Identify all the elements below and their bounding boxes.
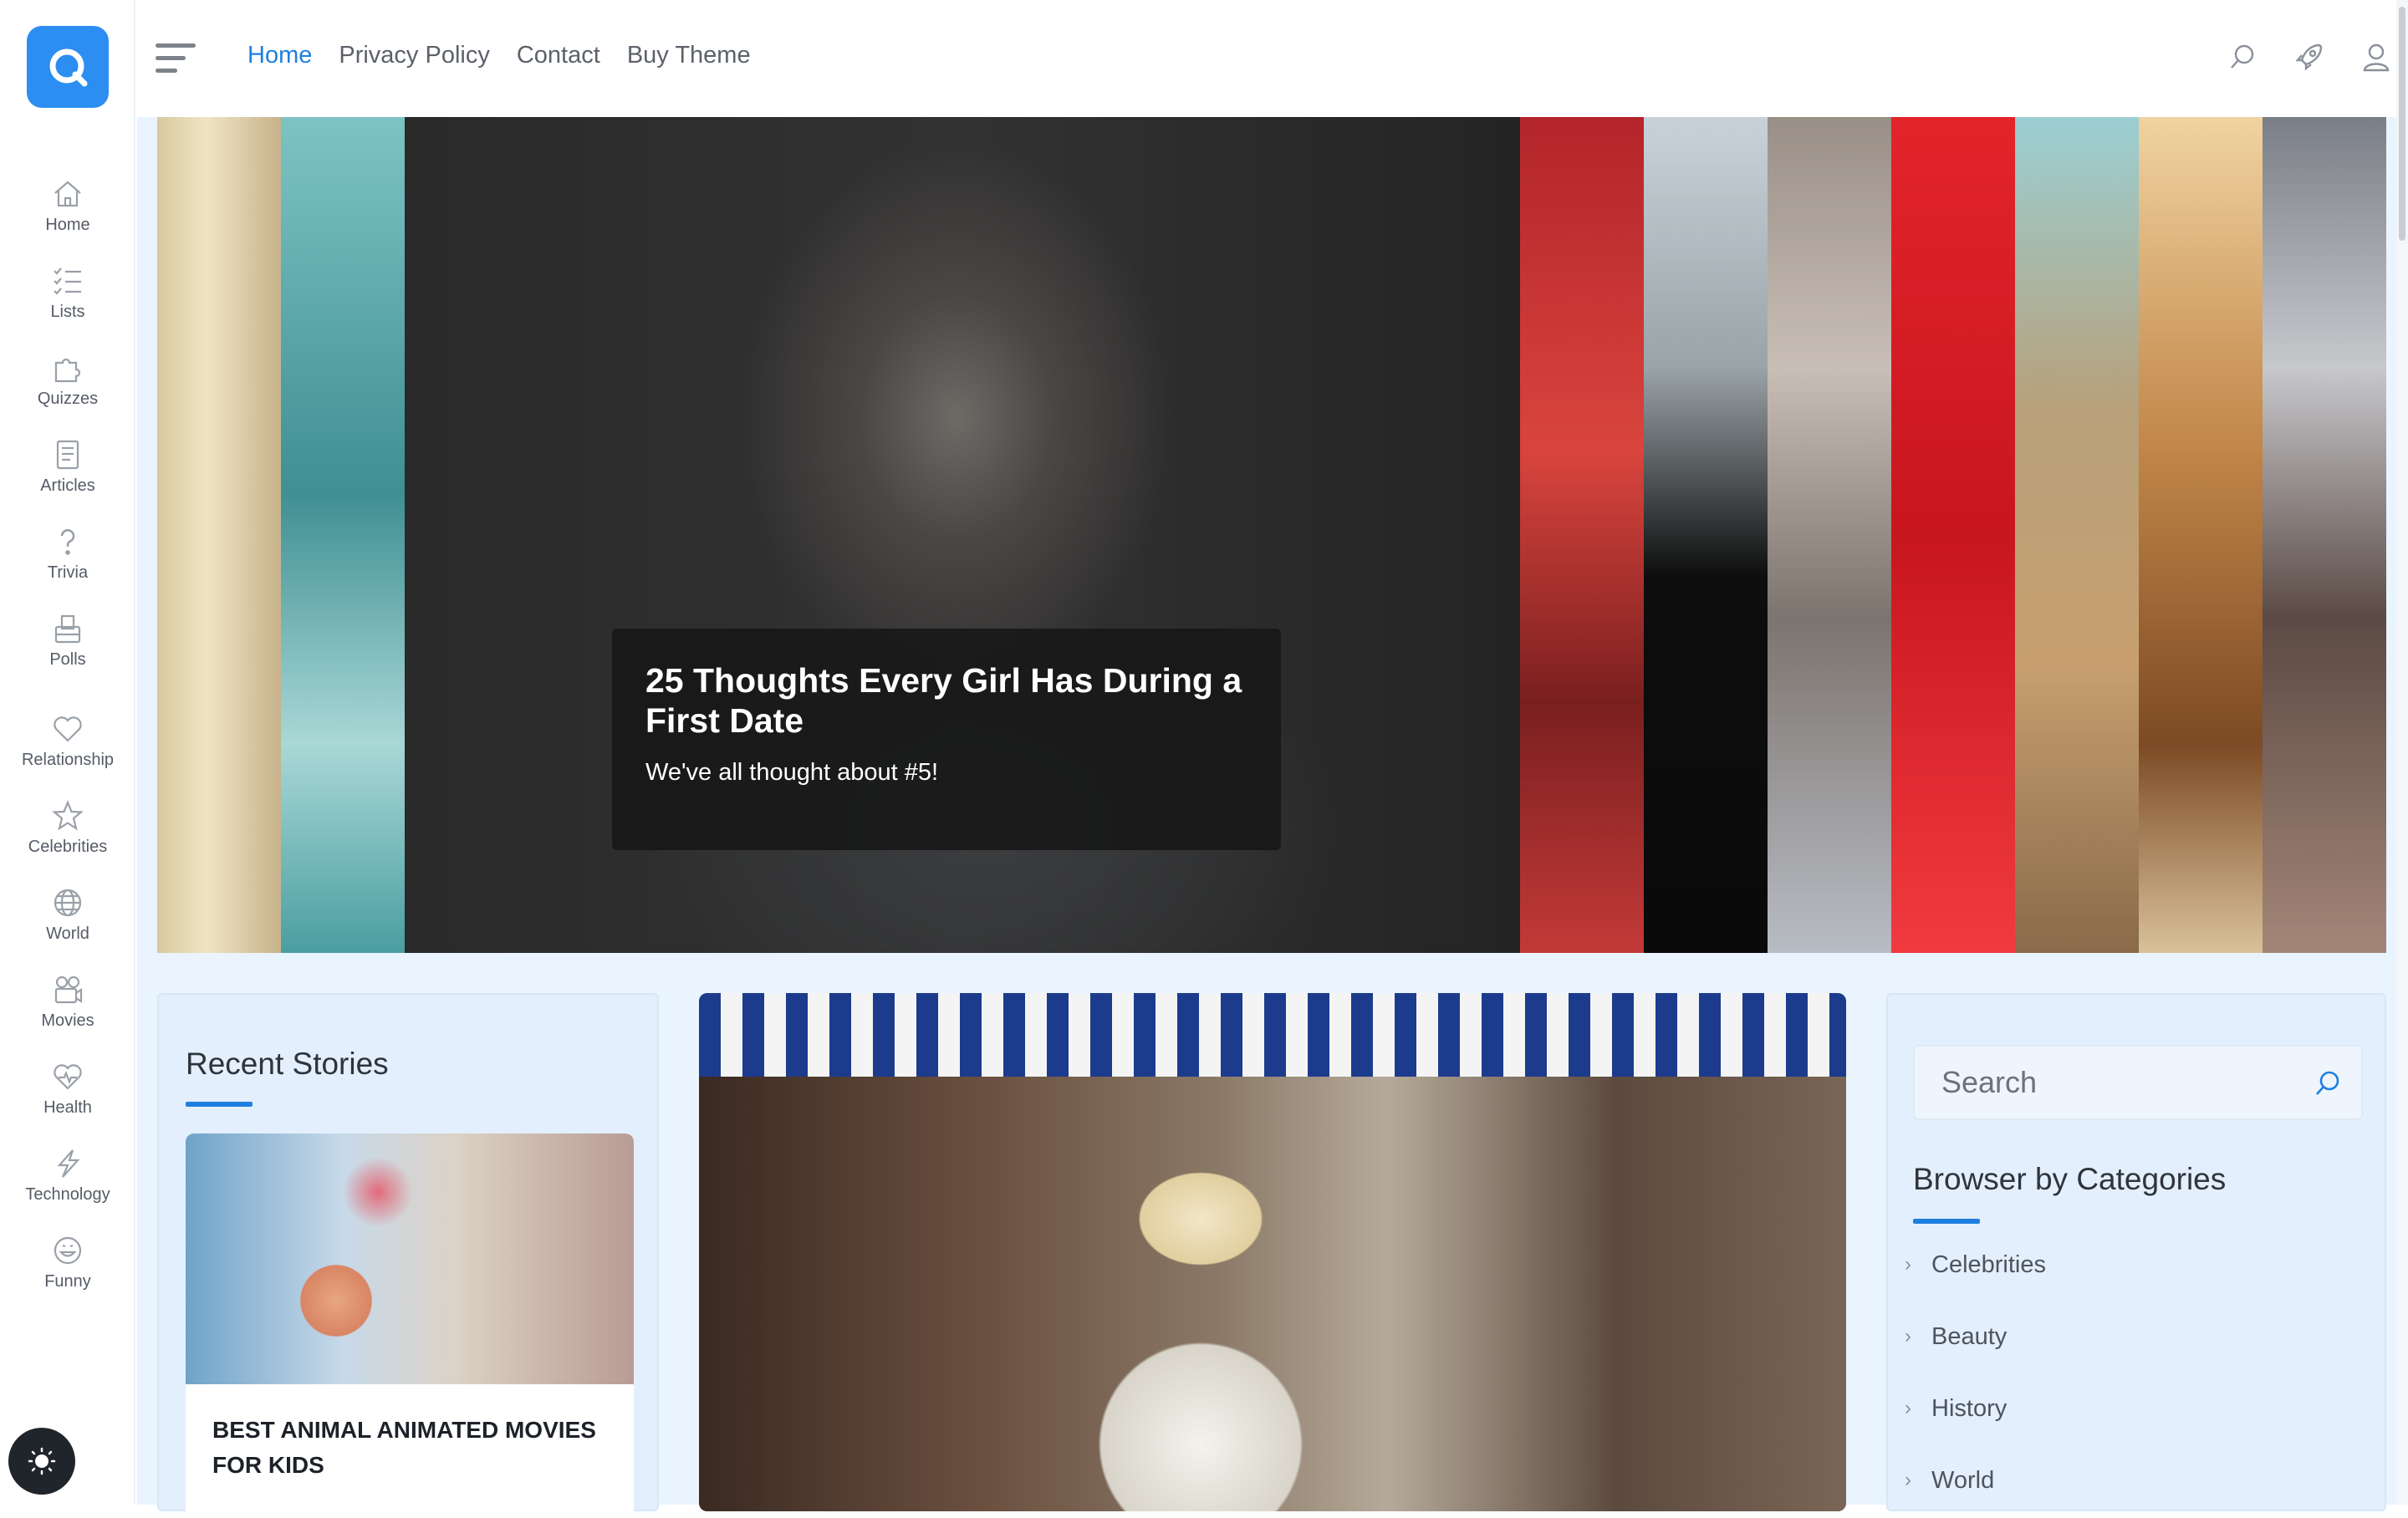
theme-toggle-button[interactable] [8, 1428, 75, 1495]
category-item[interactable]: › Beauty [1905, 1301, 2046, 1373]
top-header: Home Privacy Policy Contact Buy Theme [135, 0, 2408, 117]
poll-icon [54, 614, 81, 644]
sidebar-item-label: Polls [49, 650, 86, 669]
rocket-icon[interactable] [2294, 42, 2324, 72]
sidebar-item-world[interactable]: World [0, 886, 135, 944]
scrollbar-thumb[interactable] [2399, 7, 2405, 241]
sidebar-item-home[interactable]: Home [0, 177, 135, 235]
sidebar-item-label: Celebrities [28, 838, 108, 856]
hamburger-icon[interactable] [156, 43, 196, 77]
categories-title: Browser by Categories [1913, 1162, 2227, 1196]
featured-post-image[interactable] [699, 993, 1846, 1511]
sun-icon [28, 1447, 56, 1475]
sidebar-item-trivia[interactable]: Trivia [0, 525, 135, 583]
hero-title[interactable]: 25 Thoughts Every Girl Has During a Firs… [645, 660, 1247, 741]
film-icon [54, 975, 83, 1004]
chevron-right-icon: › [1905, 1397, 1911, 1419]
hero-subtitle: We've all thought about #5! [645, 759, 939, 786]
hero-strip-image[interactable] [1644, 117, 1768, 953]
hero-strip-image[interactable] [1891, 117, 2015, 953]
hero-strip-image[interactable] [2139, 117, 2263, 953]
category-label: Beauty [1931, 1322, 2008, 1350]
category-label: History [1931, 1394, 2008, 1422]
sidebar-item-label: Health [43, 1098, 92, 1117]
hero-strip-image[interactable] [1520, 117, 1644, 953]
title-underline [1913, 1219, 1980, 1224]
hero-strip-image[interactable] [2015, 117, 2139, 953]
sidebar-item-label: Home [45, 216, 90, 234]
chevron-right-icon: › [1905, 1253, 1911, 1276]
sidebar-item-funny[interactable]: Funny [0, 1234, 135, 1291]
sidebar-item-quizzes[interactable]: Quizzes [0, 351, 135, 409]
home-icon [54, 181, 81, 207]
story-card[interactable]: BEST ANIMAL ANIMATED MOVIES FOR KIDS [186, 1133, 634, 1518]
smile-icon [54, 1236, 82, 1265]
article-icon [56, 440, 79, 470]
hero-caption[interactable]: 25 Thoughts Every Girl Has During a Firs… [612, 629, 1281, 850]
sidebar-item-label: Funny [44, 1272, 91, 1291]
hero-strip-image[interactable] [157, 117, 281, 953]
header-icons [2227, 42, 2391, 72]
hero-strip-image[interactable] [2263, 117, 2386, 953]
lightning-icon [57, 1149, 80, 1178]
category-label: Celebrities [1931, 1251, 2046, 1278]
sidebar-item-articles[interactable]: Articles [0, 438, 135, 496]
recent-stories-panel: Recent Stories BEST ANIMAL ANIMATED MOVI… [157, 993, 659, 1518]
list-icon [54, 267, 81, 295]
sidebar-item-label: World [46, 925, 89, 943]
chevron-right-icon: › [1905, 1325, 1911, 1347]
chevron-right-icon: › [1905, 1469, 1911, 1491]
main-content: 25 Thoughts Every Girl Has During a Firs… [137, 117, 2408, 1518]
star-icon [52, 800, 84, 831]
sidebar-item-label: Trivia [47, 563, 89, 582]
nav-link-privacy-policy[interactable]: Privacy Policy [339, 42, 490, 69]
page-scrollbar[interactable] [2396, 0, 2408, 1505]
category-list: › Celebrities › Beauty › History › World [1905, 1229, 2046, 1516]
sidebar-item-label: Lists [50, 303, 85, 321]
sidebar-item-label: Quizzes [37, 390, 99, 408]
category-item[interactable]: › World [1905, 1444, 2046, 1516]
hero-slider[interactable]: 25 Thoughts Every Girl Has During a Firs… [157, 117, 2386, 953]
nav-link-contact[interactable]: Contact [517, 42, 600, 69]
top-nav: Home Privacy Policy Contact Buy Theme [247, 42, 751, 69]
right-widget-panel: Browser by Categories › Celebrities › Be… [1886, 993, 2386, 1511]
category-label: World [1931, 1466, 1995, 1494]
user-icon[interactable] [2361, 42, 2391, 72]
search-icon[interactable] [2227, 42, 2258, 72]
statue-figure [1050, 1169, 1351, 1511]
sidebar-item-movies[interactable]: Movies [0, 973, 135, 1031]
category-item[interactable]: › History [1905, 1373, 2046, 1444]
sidebar-item-health[interactable]: Health [0, 1060, 135, 1118]
heart-icon [54, 716, 82, 742]
sidebar-item-polls[interactable]: Polls [0, 612, 135, 670]
story-title[interactable]: BEST ANIMAL ANIMATED MOVIES FOR KIDS [186, 1384, 634, 1511]
sidebar-item-relationship[interactable]: Relationship [0, 712, 135, 770]
sidebar-item-label: Movies [41, 1011, 94, 1030]
hero-strip-image[interactable] [281, 117, 405, 953]
recent-stories-title: Recent Stories [186, 1047, 389, 1081]
puzzle-icon [54, 358, 81, 383]
globe-icon [54, 889, 82, 917]
sidebar-item-lists[interactable]: Lists [0, 264, 135, 322]
sidebar-item-label: Relationship [21, 751, 115, 769]
category-item[interactable]: › Celebrities [1905, 1229, 2046, 1301]
search-box [1913, 1045, 2363, 1120]
health-icon [54, 1064, 82, 1090]
title-underline [186, 1102, 253, 1107]
site-logo[interactable] [27, 26, 109, 108]
story-image[interactable] [186, 1133, 634, 1384]
question-icon [60, 529, 75, 555]
sidebar-item-label: Articles [40, 476, 95, 495]
nav-link-buy-theme[interactable]: Buy Theme [627, 42, 751, 69]
search-input[interactable] [1915, 1047, 2299, 1118]
sidebar-item-label: Technology [25, 1185, 110, 1204]
sidebar-item-technology[interactable]: Technology [0, 1147, 135, 1205]
q-logo-icon [49, 48, 88, 87]
awning-stripes [699, 993, 1846, 1077]
nav-link-home[interactable]: Home [247, 42, 312, 69]
search-icon[interactable] [2313, 1068, 2343, 1098]
sidebar-item-celebrities[interactable]: Celebrities [0, 799, 135, 857]
hero-strip-image[interactable] [1768, 117, 1891, 953]
left-sidebar: Home Lists Quizzes Articles Trivia Polls… [0, 0, 135, 1505]
